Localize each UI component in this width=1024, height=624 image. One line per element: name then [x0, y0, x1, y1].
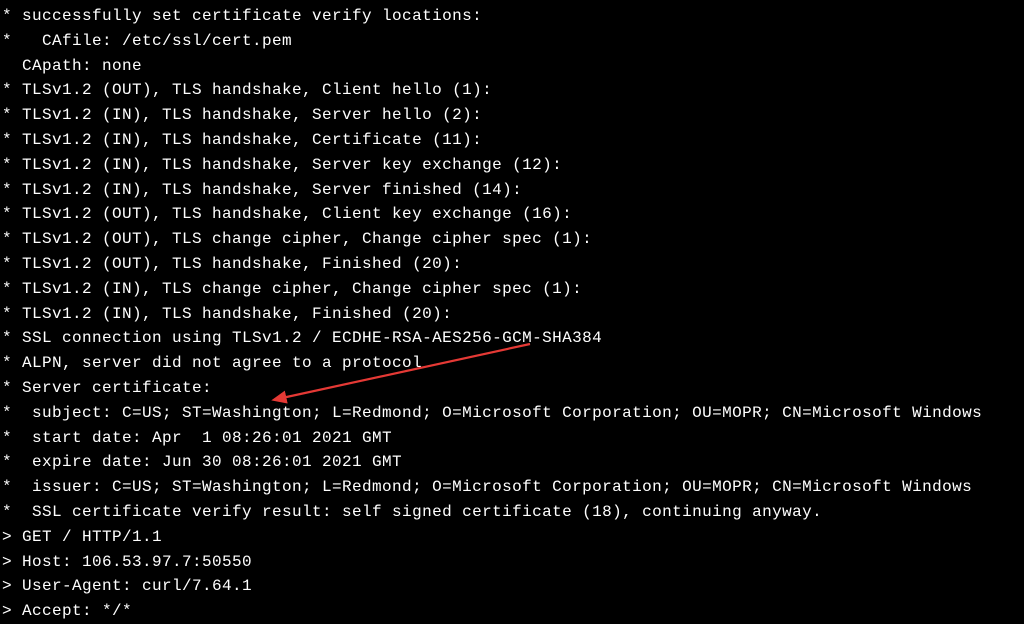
terminal-line: * TLSv1.2 (IN), TLS handshake, Server he…	[0, 103, 1024, 128]
terminal-line: * SSL certificate verify result: self si…	[0, 500, 1024, 525]
terminal-line: > Host: 106.53.97.7:50550	[0, 550, 1024, 575]
terminal-output[interactable]: * successfully set certificate verify lo…	[0, 4, 1024, 624]
terminal-line: * TLSv1.2 (OUT), TLS handshake, Client k…	[0, 202, 1024, 227]
terminal-line: * start date: Apr 1 08:26:01 2021 GMT	[0, 426, 1024, 451]
terminal-line: * subject: C=US; ST=Washington; L=Redmon…	[0, 401, 1024, 426]
terminal-line: * TLSv1.2 (IN), TLS change cipher, Chang…	[0, 277, 1024, 302]
terminal-line: * TLSv1.2 (OUT), TLS handshake, Client h…	[0, 78, 1024, 103]
terminal-line: * TLSv1.2 (OUT), TLS handshake, Finished…	[0, 252, 1024, 277]
terminal-line: * Server certificate:	[0, 376, 1024, 401]
terminal-line: > User-Agent: curl/7.64.1	[0, 574, 1024, 599]
terminal-line: * ALPN, server did not agree to a protoc…	[0, 351, 1024, 376]
terminal-line: * successfully set certificate verify lo…	[0, 4, 1024, 29]
terminal-line: * TLSv1.2 (IN), TLS handshake, Certifica…	[0, 128, 1024, 153]
terminal-line: * CAfile: /etc/ssl/cert.pem	[0, 29, 1024, 54]
terminal-line: > Accept: */*	[0, 599, 1024, 624]
terminal-line: > GET / HTTP/1.1	[0, 525, 1024, 550]
terminal-line: * TLSv1.2 (IN), TLS handshake, Finished …	[0, 302, 1024, 327]
terminal-line: CApath: none	[0, 54, 1024, 79]
terminal-line: * issuer: C=US; ST=Washington; L=Redmond…	[0, 475, 1024, 500]
terminal-line: * expire date: Jun 30 08:26:01 2021 GMT	[0, 450, 1024, 475]
terminal-line: * SSL connection using TLSv1.2 / ECDHE-R…	[0, 326, 1024, 351]
terminal-line: * TLSv1.2 (IN), TLS handshake, Server ke…	[0, 153, 1024, 178]
terminal-line: * TLSv1.2 (IN), TLS handshake, Server fi…	[0, 178, 1024, 203]
terminal-line: * TLSv1.2 (OUT), TLS change cipher, Chan…	[0, 227, 1024, 252]
